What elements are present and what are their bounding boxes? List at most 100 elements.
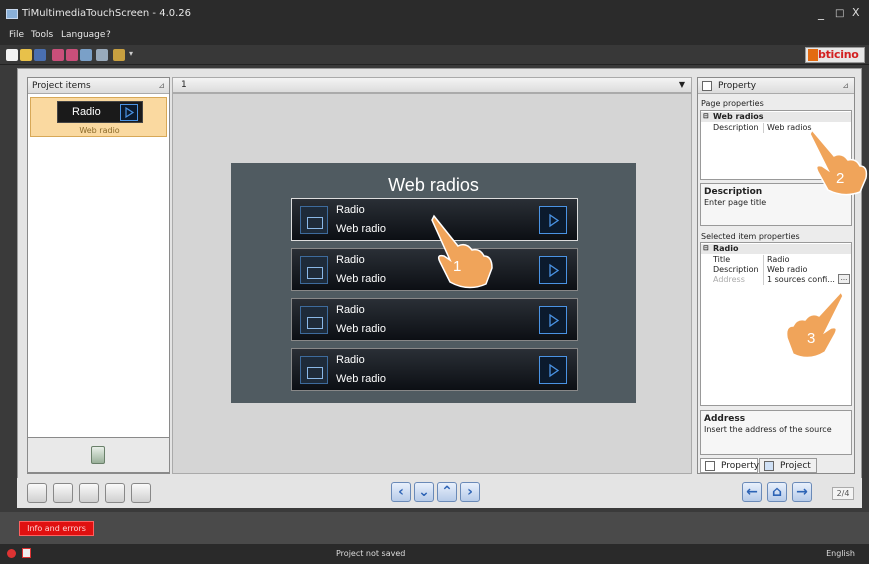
screen-title: Web radios	[388, 175, 479, 195]
play-icon[interactable]	[539, 256, 567, 284]
callout-number-1: 1	[453, 258, 462, 275]
page-desc-text: Enter page title	[704, 198, 767, 207]
tab-property[interactable]: Property	[700, 458, 759, 473]
trash-icon[interactable]	[91, 446, 105, 464]
maximize-button[interactable]: □	[835, 8, 844, 19]
copy-icon[interactable]	[27, 483, 47, 503]
transfer-icon[interactable]	[80, 49, 92, 61]
property-header: Property ⊿	[698, 78, 854, 94]
project-item-subtitle: Web radio	[79, 126, 120, 135]
menu-help[interactable]: ?	[106, 30, 111, 40]
radio-row-subtitle: Web radio	[336, 223, 386, 235]
status-language[interactable]: English	[826, 549, 855, 558]
import-icon[interactable]	[66, 49, 78, 61]
page-group-row[interactable]: ⊟ Web radios	[701, 112, 851, 122]
radio-row[interactable]: Radio Web radio	[291, 298, 578, 341]
item-group-row[interactable]: ⊟ Radio	[701, 244, 851, 254]
item-address-value[interactable]: 1 sources confi...	[767, 275, 835, 284]
window-title: TiMultimediaTouchScreen - 4.0.26	[22, 8, 192, 19]
item-description-key: Description	[713, 265, 759, 274]
close-button[interactable]: X	[852, 6, 860, 19]
radio-row-title: Radio	[336, 254, 365, 266]
radio-row-subtitle: Web radio	[336, 323, 386, 335]
menu-bar: File Tools Language ?	[0, 28, 869, 45]
play-icon	[120, 104, 138, 121]
move-down-icon[interactable]: ⌄	[414, 482, 434, 502]
menu-file[interactable]: File	[9, 30, 24, 40]
open-icon[interactable]	[20, 49, 32, 61]
addr-desc-title: Address	[704, 414, 746, 424]
info-strip	[0, 512, 869, 544]
item-group-name: Radio	[713, 244, 739, 253]
address-description-help: Address Insert the address of the source	[700, 410, 852, 455]
dropdown-arrow-icon[interactable]: ▼	[679, 80, 685, 89]
radio-row-subtitle: Web radio	[336, 373, 386, 385]
project-tab-icon	[764, 461, 774, 471]
property-icon	[702, 81, 712, 91]
tab-project[interactable]: Project	[759, 458, 817, 473]
paste-icon[interactable]	[79, 483, 99, 503]
new-icon[interactable]	[6, 49, 18, 61]
bottom-toolbar: ‹ ⌄ ⌃ › ← ⌂ → 2/4	[17, 478, 862, 508]
radio-icon	[300, 356, 328, 384]
cut-icon[interactable]	[53, 483, 73, 503]
trash-area[interactable]	[27, 437, 170, 473]
item-title-row[interactable]: Title Radio	[701, 255, 851, 265]
project-items-title: Project items	[32, 81, 91, 91]
radio-row-title: Radio	[336, 304, 365, 316]
project-item-radio[interactable]: Radio Web radio	[30, 97, 167, 137]
settings-icon[interactable]	[113, 49, 125, 61]
status-text: Project not saved	[336, 549, 406, 558]
move-left-icon[interactable]: ‹	[391, 482, 411, 502]
save-icon[interactable]	[34, 49, 46, 61]
page-properties-label: Page properties	[701, 99, 764, 108]
pin-icon[interactable]: ⊿	[842, 81, 849, 90]
export-icon[interactable]	[52, 49, 64, 61]
callout-number-2: 2	[836, 170, 845, 187]
status-bar: Project not saved English	[0, 544, 869, 564]
play-icon[interactable]	[539, 306, 567, 334]
callout-hand-1: 1	[428, 212, 498, 292]
move-right-icon[interactable]: ›	[460, 482, 480, 502]
property-tab-icon	[705, 461, 715, 471]
forward-arrow-icon[interactable]: →	[792, 482, 812, 502]
tab-project-label: Project	[780, 461, 811, 471]
pin-icon[interactable]: ⊿	[158, 81, 165, 90]
page-description-key: Description	[713, 123, 759, 132]
radio-icon	[300, 256, 328, 284]
item-title-key: Title	[713, 255, 731, 264]
radio-icon	[300, 206, 328, 234]
item-address-row[interactable]: Address 1 sources confi... ...	[701, 274, 851, 285]
radio-row-subtitle: Web radio	[336, 273, 386, 285]
menu-tools[interactable]: Tools	[31, 30, 53, 40]
page-selector[interactable]: 1 ▼	[172, 77, 692, 93]
device-icon[interactable]	[96, 49, 108, 61]
home-icon[interactable]: ⌂	[767, 482, 787, 502]
project-item-title: Radio	[72, 106, 101, 118]
minimize-button[interactable]: _	[818, 6, 824, 20]
play-icon[interactable]	[539, 356, 567, 384]
document-icon	[22, 548, 31, 558]
dropdown-icon[interactable]: ▾	[129, 49, 135, 61]
grid-icon[interactable]	[105, 483, 125, 503]
item-description-value[interactable]: Web radio	[767, 265, 807, 274]
bticino-logo: bticino	[805, 47, 865, 63]
info-and-errors-button[interactable]: Info and errors	[19, 521, 94, 536]
callout-hand-3: 3	[783, 290, 844, 362]
palette-icon[interactable]	[131, 483, 151, 503]
item-description-row[interactable]: Description Web radio	[701, 265, 851, 275]
page-count: 2/4	[832, 487, 854, 500]
item-properties-label: Selected item properties	[701, 232, 800, 241]
menu-language[interactable]: Language	[61, 30, 105, 40]
page-description-value[interactable]: Web radios	[767, 123, 812, 132]
address-browse-button[interactable]: ...	[838, 274, 850, 284]
back-arrow-icon[interactable]: ←	[742, 482, 762, 502]
radio-row-title: Radio	[336, 354, 365, 366]
radio-row[interactable]: Radio Web radio	[291, 348, 578, 391]
page-group-name: Web radios	[713, 112, 764, 121]
play-icon[interactable]	[539, 206, 567, 234]
move-up-icon[interactable]: ⌃	[437, 482, 457, 502]
property-title: Property	[718, 81, 757, 91]
project-items-header: Project items ⊿	[28, 78, 169, 94]
item-title-value[interactable]: Radio	[767, 255, 789, 264]
